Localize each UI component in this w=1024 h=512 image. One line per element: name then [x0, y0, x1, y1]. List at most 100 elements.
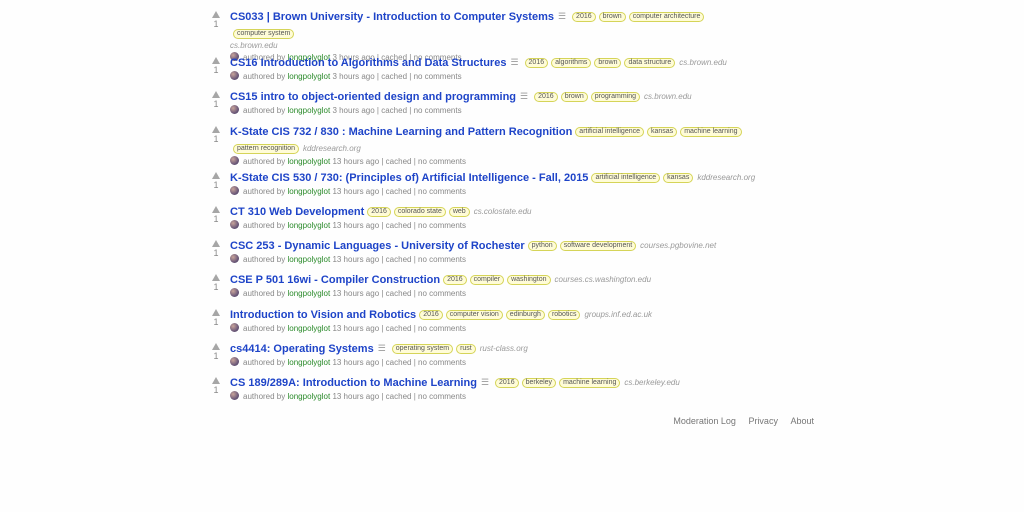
- tag[interactable]: machine learning: [680, 126, 742, 137]
- tag[interactable]: 2016: [524, 58, 549, 68]
- story-title-link[interactable]: CT 310 Web Development: [230, 206, 364, 218]
- voter: 1: [208, 375, 224, 395]
- tag[interactable]: washington: [507, 275, 551, 286]
- voter: 1: [208, 272, 224, 292]
- story-row: 1 CS15 intro to object-oriented design a…: [208, 80, 828, 115]
- tag[interactable]: 2016: [419, 309, 443, 320]
- upvote-arrow-icon[interactable]: [212, 91, 220, 99]
- description-icon[interactable]: ☰: [510, 55, 518, 70]
- story-details: CSE P 501 16wi - Compiler Construction 20…: [230, 271, 760, 300]
- story-title-link[interactable]: Introduction to Vision and Robotics: [230, 309, 416, 321]
- tag[interactable]: rust: [456, 344, 476, 355]
- story-title-link[interactable]: CS 189/289A: Introduction to Machine Lea…: [230, 377, 477, 389]
- story-row: 1 CS16 Introduction to Algorithms and Da…: [208, 46, 828, 81]
- story-title-link[interactable]: CS033 | Brown University - Introduction …: [230, 11, 554, 23]
- tag[interactable]: programming: [590, 92, 641, 103]
- voter: 1: [208, 9, 224, 29]
- tag[interactable]: robotics: [547, 309, 581, 320]
- story-domain[interactable]: kddresearch.org: [697, 173, 755, 182]
- tag[interactable]: operating system: [391, 344, 454, 355]
- story-title-link[interactable]: cs4414: Operating Systems: [230, 343, 374, 355]
- tag[interactable]: 2016: [572, 12, 596, 22]
- story-domain[interactable]: cs.brown.edu: [644, 92, 692, 101]
- description-icon[interactable]: ☰: [558, 9, 566, 24]
- upvote-arrow-icon[interactable]: [212, 274, 220, 282]
- voter: 1: [208, 307, 224, 327]
- comments-link[interactable]: no comments: [418, 392, 466, 401]
- about-link[interactable]: About: [790, 416, 814, 426]
- author-link[interactable]: longpolyglot: [288, 392, 331, 401]
- tag[interactable]: computer system: [233, 29, 295, 39]
- moderation-log-link[interactable]: Moderation Log: [673, 416, 736, 426]
- description-icon[interactable]: ☰: [481, 375, 489, 390]
- story-domain[interactable]: cs.colostate.edu: [474, 207, 532, 216]
- tag[interactable]: python: [527, 241, 557, 252]
- upvote-arrow-icon[interactable]: [212, 377, 220, 385]
- tag[interactable]: computer architecture: [628, 12, 705, 22]
- link-line: K-State CIS 732 / 830 : Machine Learning…: [230, 123, 760, 156]
- upvote-arrow-icon[interactable]: [212, 171, 220, 179]
- tag[interactable]: artificial intelligence: [575, 126, 644, 137]
- cached-link[interactable]: cached: [386, 392, 412, 401]
- story-title-link[interactable]: K-State CIS 732 / 830 : Machine Learning…: [230, 126, 572, 138]
- tag[interactable]: pattern recognition: [233, 143, 299, 154]
- story-domain[interactable]: groups.inf.ed.ac.uk: [584, 310, 652, 319]
- avatar[interactable]: [230, 357, 239, 367]
- tag[interactable]: computer vision: [445, 309, 503, 320]
- voter: 1: [208, 89, 224, 109]
- tag[interactable]: berkeley: [521, 378, 557, 389]
- upvote-arrow-icon[interactable]: [212, 57, 220, 64]
- tag[interactable]: software development: [559, 241, 637, 252]
- story-title-link[interactable]: CSE P 501 16wi - Compiler Construction: [230, 274, 440, 286]
- tag[interactable]: data structure: [624, 58, 676, 68]
- story-row: 1 CT 310 Web Development 2016 colorado sta…: [208, 195, 828, 230]
- tag[interactable]: algorithms: [551, 58, 592, 68]
- avatar[interactable]: [230, 219, 239, 229]
- avatar[interactable]: [230, 185, 239, 195]
- avatar[interactable]: [230, 105, 239, 115]
- tag[interactable]: brown: [598, 12, 626, 22]
- avatar[interactable]: [230, 322, 239, 332]
- tag[interactable]: 2016: [495, 378, 519, 389]
- avatar[interactable]: [230, 288, 239, 298]
- story-domain[interactable]: rust-class.org: [480, 344, 528, 353]
- tag[interactable]: colorado state: [393, 206, 446, 217]
- link-line: CS16 Introduction to Algorithms and Data…: [230, 54, 760, 71]
- story-domain[interactable]: courses.cs.washington.edu: [555, 275, 652, 284]
- tag[interactable]: brown: [560, 92, 588, 103]
- story-title-link[interactable]: K-State CIS 530 / 730: (Principles of) A…: [230, 172, 588, 184]
- upvote-arrow-icon[interactable]: [212, 125, 220, 133]
- description-icon[interactable]: ☰: [520, 89, 528, 104]
- privacy-link[interactable]: Privacy: [748, 416, 778, 426]
- story-title-link[interactable]: CS16 Introduction to Algorithms and Data…: [230, 57, 506, 69]
- tag[interactable]: 2016: [367, 206, 391, 217]
- tag[interactable]: 2016: [534, 92, 558, 103]
- story-domain[interactable]: kddresearch.org: [303, 144, 361, 153]
- tag[interactable]: kansas: [647, 126, 678, 137]
- upvote-arrow-icon[interactable]: [212, 11, 220, 18]
- story-domain[interactable]: cs.brown.edu: [679, 58, 727, 67]
- description-icon[interactable]: ☰: [378, 341, 386, 356]
- tag[interactable]: kansas: [663, 172, 694, 183]
- upvote-arrow-icon[interactable]: [212, 343, 220, 351]
- avatar[interactable]: [230, 254, 239, 264]
- upvote-arrow-icon[interactable]: [212, 205, 220, 213]
- tag[interactable]: web: [448, 206, 470, 217]
- tag[interactable]: 2016: [443, 275, 467, 286]
- byline: authored by longpolyglot 13 hours ago | …: [230, 391, 760, 403]
- avatar[interactable]: [230, 391, 239, 401]
- story-time: 13 hours ago: [332, 392, 380, 402]
- avatar[interactable]: [230, 71, 239, 80]
- link-line: CSE P 501 16wi - Compiler Construction 20…: [230, 271, 760, 288]
- story-domain[interactable]: courses.pgbovine.net: [640, 241, 716, 250]
- tag[interactable]: compiler: [469, 275, 505, 286]
- story-domain[interactable]: cs.berkeley.edu: [624, 378, 679, 387]
- story-title-link[interactable]: CSC 253 - Dynamic Languages - University…: [230, 240, 525, 252]
- tag[interactable]: artificial intelligence: [591, 172, 661, 183]
- tag[interactable]: machine learning: [559, 378, 621, 389]
- tag[interactable]: edinburgh: [505, 309, 545, 320]
- tag[interactable]: brown: [594, 58, 622, 68]
- upvote-arrow-icon[interactable]: [212, 308, 220, 316]
- story-title-link[interactable]: CS15 intro to object-oriented design and…: [230, 91, 516, 103]
- upvote-arrow-icon[interactable]: [212, 240, 220, 248]
